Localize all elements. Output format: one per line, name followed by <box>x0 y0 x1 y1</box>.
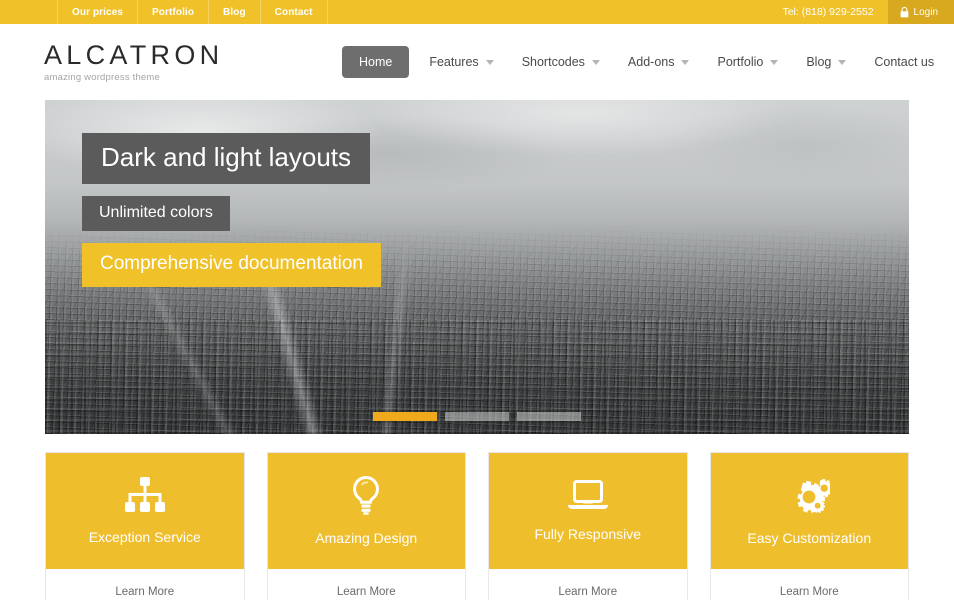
top-link-blog[interactable]: Blog <box>208 0 260 24</box>
nav-item-home[interactable]: Home <box>342 46 410 78</box>
hero-captions: Dark and light layouts Unlimited colors … <box>82 133 381 299</box>
top-bar-links: Our prices Portfolio Blog Contact <box>57 0 328 24</box>
main-navigation: Home Features Shortcodes Add-ons Portfol… <box>342 46 948 78</box>
phone-number: Tel: (818) 929-2552 <box>782 6 874 18</box>
login-button[interactable]: Login <box>887 0 954 24</box>
feature-learn-more-link[interactable]: Learn More <box>711 569 909 600</box>
feature-box-exception-service[interactable]: Exception Service Learn More <box>45 452 245 600</box>
hero-slider-wrapper: Dark and light layouts Unlimited colors … <box>0 100 954 434</box>
feature-learn-more-link[interactable]: Learn More <box>46 569 244 600</box>
top-link-portfolio[interactable]: Portfolio <box>137 0 208 24</box>
hero-caption-2: Unlimited colors <box>82 196 230 231</box>
top-bar: Our prices Portfolio Blog Contact Tel: (… <box>0 0 954 24</box>
slider-dot-3[interactable] <box>517 412 581 421</box>
brand-tagline: amazing wordpress theme <box>44 71 161 83</box>
slider-dot-2[interactable] <box>445 412 509 421</box>
hero-caption-3: Comprehensive documentation <box>82 243 381 287</box>
nav-label-blog: Blog <box>806 55 832 69</box>
feature-box-easy-customization[interactable]: Easy Customization Learn More <box>709 452 909 600</box>
feature-boxes: Exception Service Learn More Amazing Des… <box>0 434 954 600</box>
top-link-contact[interactable]: Contact <box>259 0 328 24</box>
top-bar-right: Tel: (818) 929-2552 Login <box>768 0 954 24</box>
feature-box-header: Amazing Design <box>267 453 465 569</box>
site-header: ALCATRON amazing wordpress theme Home Fe… <box>0 24 954 100</box>
feature-box-amazing-design[interactable]: Amazing Design Learn More <box>266 452 466 600</box>
nav-label-home: Home <box>359 55 393 69</box>
nav-item-shortcodes[interactable]: Shortcodes <box>508 47 614 77</box>
slider-dot-1[interactable] <box>373 412 437 421</box>
feature-box-fully-responsive[interactable]: Fully Responsive Learn More <box>488 452 688 600</box>
chevron-down-icon <box>591 59 600 65</box>
login-label: Login <box>913 6 938 18</box>
logo[interactable]: ALCATRON amazing wordpress theme <box>44 40 304 83</box>
hero-caption-1: Dark and light layouts <box>82 133 371 184</box>
feature-learn-more-link[interactable]: Learn More <box>489 569 687 600</box>
feature-box-header: Exception Service <box>46 453 244 569</box>
lock-icon <box>900 6 908 17</box>
chevron-down-icon <box>838 59 847 65</box>
gears-icon <box>797 478 831 513</box>
slider-pagination <box>45 412 909 421</box>
nav-label-portfolio: Portfolio <box>717 55 764 69</box>
lightbulb-icon <box>353 476 380 515</box>
nav-item-add-ons[interactable]: Add-ons <box>614 47 704 77</box>
nav-label-add-ons: Add-ons <box>627 55 675 69</box>
feature-title: Easy Customization <box>747 530 872 546</box>
nav-item-features[interactable]: Features <box>415 47 507 77</box>
chevron-down-icon <box>485 59 494 65</box>
chevron-down-icon <box>770 59 779 65</box>
nav-item-contact-us[interactable]: Contact us <box>860 47 948 77</box>
brand-name: ALCATRON <box>44 40 224 71</box>
nav-label-features: Features <box>429 55 479 69</box>
nav-label-contact-us: Contact us <box>874 55 935 69</box>
feature-title: Fully Responsive <box>534 526 642 542</box>
nav-item-blog[interactable]: Blog <box>792 47 860 77</box>
sitemap-icon <box>124 477 165 512</box>
feature-box-header: Fully Responsive <box>489 453 687 569</box>
feature-title: Amazing Design <box>315 530 418 546</box>
top-link-our-prices[interactable]: Our prices <box>57 0 137 24</box>
feature-learn-more-link[interactable]: Learn More <box>268 569 466 600</box>
nav-item-portfolio[interactable]: Portfolio <box>703 47 792 77</box>
feature-box-header: Easy Customization <box>710 453 908 569</box>
nav-label-shortcodes: Shortcodes <box>521 55 585 69</box>
laptop-icon <box>567 480 608 509</box>
feature-title: Exception Service <box>88 529 201 545</box>
chevron-down-icon <box>681 59 690 65</box>
hero-slider[interactable]: Dark and light layouts Unlimited colors … <box>45 100 909 434</box>
